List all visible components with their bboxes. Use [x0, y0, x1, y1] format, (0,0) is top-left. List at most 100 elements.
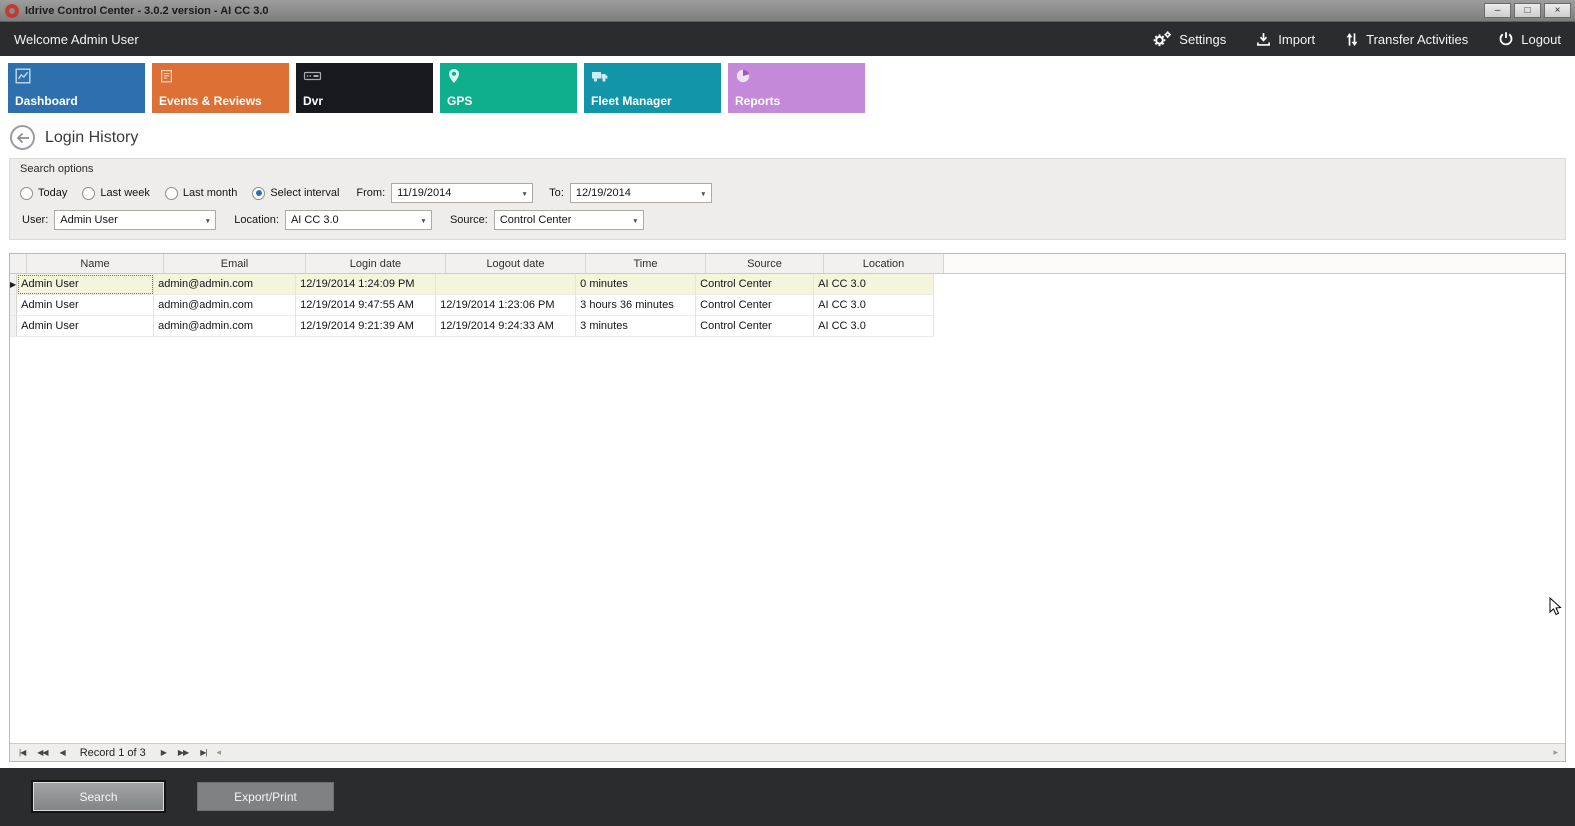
cell-name[interactable]: Admin User	[17, 295, 154, 316]
scroll-left-arrow-icon[interactable]: ◂	[212, 747, 225, 758]
logout-button[interactable]: Logout	[1498, 31, 1561, 47]
search-filters-row: User: Admin User Location: AI CC 3.0 Sou…	[20, 210, 1555, 230]
row-filler	[934, 295, 1565, 316]
source-combobox[interactable]: Control Center	[494, 210, 644, 230]
table-row[interactable]: Admin User admin@admin.com 12/19/2014 1:…	[10, 274, 1565, 295]
page-header: Login History	[0, 119, 1575, 156]
table-row[interactable]: Admin User admin@admin.com 12/19/2014 9:…	[10, 295, 1565, 316]
maximize-button[interactable]: □	[1514, 3, 1541, 18]
cell-source[interactable]: Control Center	[696, 316, 814, 337]
export-print-button[interactable]: Export/Print	[197, 782, 334, 811]
table-row[interactable]: Admin User admin@admin.com 12/19/2014 9:…	[10, 316, 1565, 337]
location-label: Location:	[234, 214, 279, 226]
cell-name[interactable]: Admin User	[17, 316, 154, 337]
cell-email[interactable]: admin@admin.com	[154, 274, 296, 295]
radio-last-week[interactable]: Last week	[82, 187, 150, 200]
column-header-email[interactable]: Email	[164, 254, 306, 273]
application-window: Idrive Control Center - 3.0.2 version - …	[0, 0, 1575, 826]
settings-button[interactable]: Settings	[1152, 30, 1226, 48]
cell-time[interactable]: 3 hours 36 minutes	[576, 295, 696, 316]
cell-location[interactable]: AI CC 3.0	[814, 295, 934, 316]
tile-dashboard[interactable]: Dashboard	[8, 63, 145, 113]
cell-time[interactable]: 3 minutes	[576, 316, 696, 337]
import-button[interactable]: Import	[1256, 32, 1315, 47]
minimize-button[interactable]: –	[1484, 3, 1511, 18]
tile-fleet-manager[interactable]: Fleet Manager	[584, 63, 721, 113]
gears-icon	[1152, 30, 1172, 48]
row-filler	[934, 274, 1565, 295]
cell-login-date[interactable]: 12/19/2014 9:47:55 AM	[296, 295, 436, 316]
cell-logout-date[interactable]: 12/19/2014 1:23:06 PM	[436, 295, 576, 316]
radio-select-interval[interactable]: Select interval	[252, 187, 339, 200]
column-header-location[interactable]: Location	[824, 254, 944, 273]
truck-icon	[591, 68, 609, 84]
cell-location[interactable]: AI CC 3.0	[814, 274, 934, 295]
from-date-value: 11/19/2014	[392, 187, 517, 199]
cell-email[interactable]: admin@admin.com	[154, 295, 296, 316]
tile-gps[interactable]: GPS	[440, 63, 577, 113]
radio-circle-icon	[82, 187, 95, 200]
cell-login-date[interactable]: 12/19/2014 1:24:09 PM	[296, 274, 436, 295]
power-icon	[1498, 31, 1514, 47]
location-combobox[interactable]: AI CC 3.0	[285, 210, 432, 230]
radio-circle-icon	[20, 187, 33, 200]
transfer-activities-button[interactable]: Transfer Activities	[1345, 32, 1468, 47]
from-date-combobox[interactable]: 11/19/2014	[391, 183, 533, 203]
radio-label: Select interval	[270, 187, 339, 199]
nav-prev-page-button[interactable]: ◀◀	[31, 748, 53, 757]
column-header-login-date[interactable]: Login date	[306, 254, 446, 273]
clipboard-icon	[159, 68, 174, 84]
source-label: Source:	[450, 214, 488, 226]
column-header-name[interactable]: Name	[27, 254, 164, 273]
dvr-device-icon	[303, 68, 322, 84]
cell-email[interactable]: admin@admin.com	[154, 316, 296, 337]
line-chart-icon	[15, 68, 31, 84]
location-value: AI CC 3.0	[286, 214, 416, 226]
row-indicator-cell	[10, 316, 17, 337]
app-logo-icon	[5, 4, 19, 18]
nav-next-page-button[interactable]: ▶▶	[172, 748, 194, 757]
cell-time[interactable]: 0 minutes	[576, 274, 696, 295]
chevron-down-icon[interactable]	[517, 187, 532, 199]
transfer-activities-label: Transfer Activities	[1366, 32, 1468, 47]
cell-name[interactable]: Admin User	[17, 274, 154, 295]
cell-source[interactable]: Control Center	[696, 295, 814, 316]
map-pin-icon	[447, 68, 461, 84]
window-title: Idrive Control Center - 3.0.2 version - …	[25, 5, 269, 17]
column-header-source[interactable]: Source	[706, 254, 824, 273]
nav-prev-button[interactable]: ◀	[54, 748, 71, 757]
chevron-down-icon[interactable]	[200, 214, 215, 226]
from-label: From:	[356, 187, 385, 199]
close-button[interactable]: ×	[1544, 3, 1571, 18]
chevron-down-icon[interactable]	[628, 214, 643, 226]
tile-label: Dashboard	[15, 94, 78, 108]
column-header-time[interactable]: Time	[586, 254, 706, 273]
tile-events-reviews[interactable]: Events & Reviews	[152, 63, 289, 113]
tile-reports[interactable]: Reports	[728, 63, 865, 113]
search-button[interactable]: Search	[33, 782, 164, 811]
nav-last-button[interactable]: ▶|	[194, 748, 212, 757]
nav-next-button[interactable]: ▶	[155, 748, 172, 757]
chevron-down-icon[interactable]	[416, 214, 431, 226]
top-menu-bar: Welcome Admin User Settings	[0, 22, 1575, 56]
back-button[interactable]	[10, 125, 35, 150]
header-filler	[944, 254, 1565, 273]
column-header-logout-date[interactable]: Logout date	[446, 254, 586, 273]
radio-today[interactable]: Today	[20, 187, 67, 200]
tile-dvr[interactable]: Dvr	[296, 63, 433, 113]
scroll-right-arrow-icon[interactable]: ▸	[1549, 747, 1562, 758]
chevron-down-icon[interactable]	[696, 187, 711, 199]
radio-label: Today	[38, 187, 67, 199]
cell-location[interactable]: AI CC 3.0	[814, 316, 934, 337]
to-date-combobox[interactable]: 12/19/2014	[570, 183, 712, 203]
nav-first-button[interactable]: |◀	[13, 748, 31, 757]
radio-circle-icon	[165, 187, 178, 200]
radio-last-month[interactable]: Last month	[165, 187, 237, 200]
tile-label: Fleet Manager	[591, 94, 672, 108]
cell-source[interactable]: Control Center	[696, 274, 814, 295]
cell-login-date[interactable]: 12/19/2014 9:21:39 AM	[296, 316, 436, 337]
import-download-icon	[1256, 32, 1271, 47]
cell-logout-date[interactable]: 12/19/2014 9:24:33 AM	[436, 316, 576, 337]
cell-logout-date[interactable]	[436, 274, 576, 295]
user-combobox[interactable]: Admin User	[54, 210, 216, 230]
